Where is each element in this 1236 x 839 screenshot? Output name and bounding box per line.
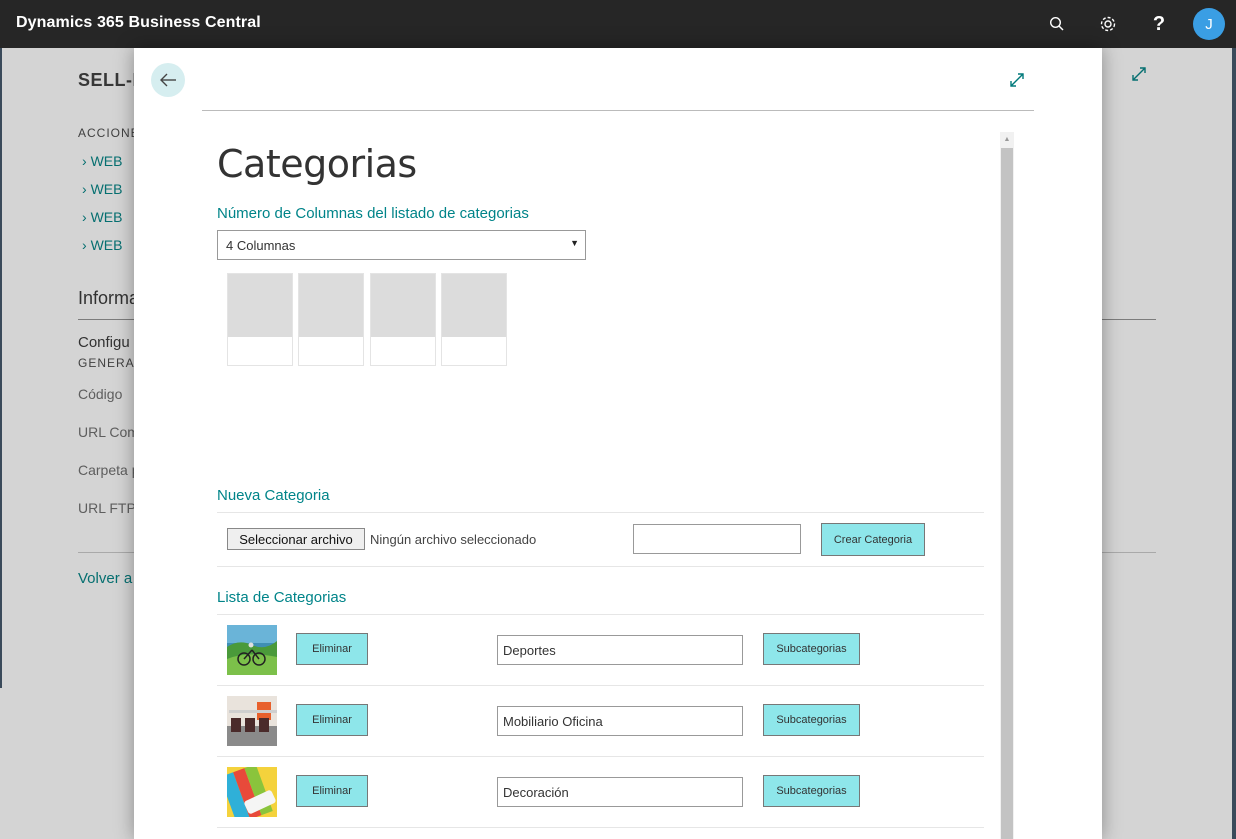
- columns-select[interactable]: 4 Columnas ▼: [217, 230, 586, 260]
- file-status: Ningún archivo seleccionado: [370, 532, 537, 547]
- tile-image-placeholder: [299, 274, 363, 337]
- subcategories-button[interactable]: Subcategorias: [763, 704, 860, 736]
- divider: [217, 827, 984, 828]
- scrollbar[interactable]: ▲: [1000, 132, 1014, 839]
- categories-dialog: Categorias Número de Columnas del listad…: [134, 48, 1102, 839]
- app-title[interactable]: Dynamics 365 Business Central: [16, 14, 261, 32]
- preview-tile: [298, 273, 364, 366]
- avatar[interactable]: J: [1193, 8, 1225, 40]
- category-list-heading: Lista de Categorias: [217, 589, 347, 606]
- choose-file-button[interactable]: Seleccionar archivo: [227, 528, 365, 550]
- divider: [217, 756, 984, 757]
- divider: [217, 512, 984, 513]
- category-name-input[interactable]: [497, 706, 743, 736]
- page-title: Categorias: [217, 142, 417, 186]
- subcategories-button[interactable]: Subcategorias: [763, 775, 860, 807]
- category-thumbnail: [227, 625, 277, 675]
- content-frame: Categorias Número de Columnas del listad…: [202, 130, 1018, 839]
- divider: [217, 685, 984, 686]
- new-category-heading: Nueva Categoria: [217, 487, 330, 504]
- caret-down-icon: ▼: [570, 238, 579, 248]
- window-edge: [0, 48, 2, 688]
- back-button[interactable]: [151, 63, 185, 97]
- scroll-thumb[interactable]: [1001, 148, 1013, 839]
- help-icon[interactable]: ?: [1147, 12, 1171, 36]
- top-bar: Dynamics 365 Business Central ? J: [0, 0, 1236, 48]
- delete-button[interactable]: Eliminar: [296, 775, 368, 807]
- subcategories-button[interactable]: Subcategorias: [763, 633, 860, 665]
- divider: [217, 566, 984, 567]
- scroll-up-arrow-icon[interactable]: ▲: [1000, 132, 1014, 146]
- tile-image-placeholder: [442, 274, 506, 337]
- tile-image-placeholder: [371, 274, 435, 337]
- arrow-left-icon: [160, 73, 176, 87]
- gear-icon[interactable]: [1096, 12, 1120, 36]
- category-name-input[interactable]: [497, 635, 743, 665]
- expand-icon[interactable]: [1009, 72, 1025, 93]
- tile-image-placeholder: [228, 274, 292, 337]
- columns-select-value: 4 Columnas: [226, 238, 296, 253]
- create-category-button[interactable]: Crear Categoria: [821, 523, 925, 556]
- preview-tile: [370, 273, 436, 366]
- divider: [202, 110, 1034, 111]
- new-category-name-input[interactable]: [633, 524, 801, 554]
- category-name-input[interactable]: [497, 777, 743, 807]
- window-edge: [1232, 48, 1236, 839]
- category-thumbnail: [227, 696, 277, 746]
- preview-tile: [227, 273, 293, 366]
- category-thumbnail: [227, 767, 277, 817]
- preview-tile: [441, 273, 507, 366]
- divider: [217, 614, 984, 615]
- search-icon[interactable]: [1045, 12, 1069, 36]
- delete-button[interactable]: Eliminar: [296, 633, 368, 665]
- columns-label: Número de Columnas del listado de catego…: [217, 205, 529, 222]
- delete-button[interactable]: Eliminar: [296, 704, 368, 736]
